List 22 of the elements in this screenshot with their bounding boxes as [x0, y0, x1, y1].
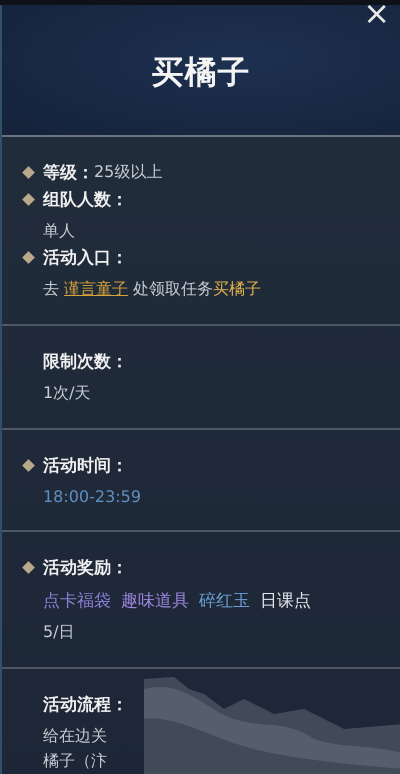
npc-link[interactable]: 谨言童子 [64, 279, 128, 298]
reward-count: 5/日 [43, 622, 76, 643]
item-value: 单人 [43, 221, 76, 242]
dialog-title: 买橘子 [152, 52, 250, 93]
item-label: 组队人数： [43, 189, 128, 211]
item-label: 活动流程： [43, 694, 128, 716]
flow-text: 橘子（汴 [43, 751, 108, 772]
item-label: 活动时间： [43, 455, 128, 477]
flow-text: 给在边关 [43, 726, 108, 747]
reward-item: 趣味道具 [121, 590, 189, 612]
reward-item: 碎红玉 [199, 590, 250, 612]
item-label: 等级： [43, 162, 94, 184]
item-value: 1次/天 [43, 383, 92, 404]
item-value: 18:00-23:59 [43, 487, 142, 506]
item-value: 25级以上 [94, 162, 162, 183]
item-label: 限制次数： [43, 351, 128, 373]
reward-item: 点卡福袋 [43, 590, 111, 612]
item-label: 活动入口： [43, 247, 128, 269]
item-label: 活动奖励： [43, 557, 128, 579]
entry-sentence: 去 谨言童子 处领取任务买橘子 [43, 279, 262, 300]
reward-item: 日课点 [260, 590, 311, 612]
close-button[interactable]: × [361, 5, 392, 28]
